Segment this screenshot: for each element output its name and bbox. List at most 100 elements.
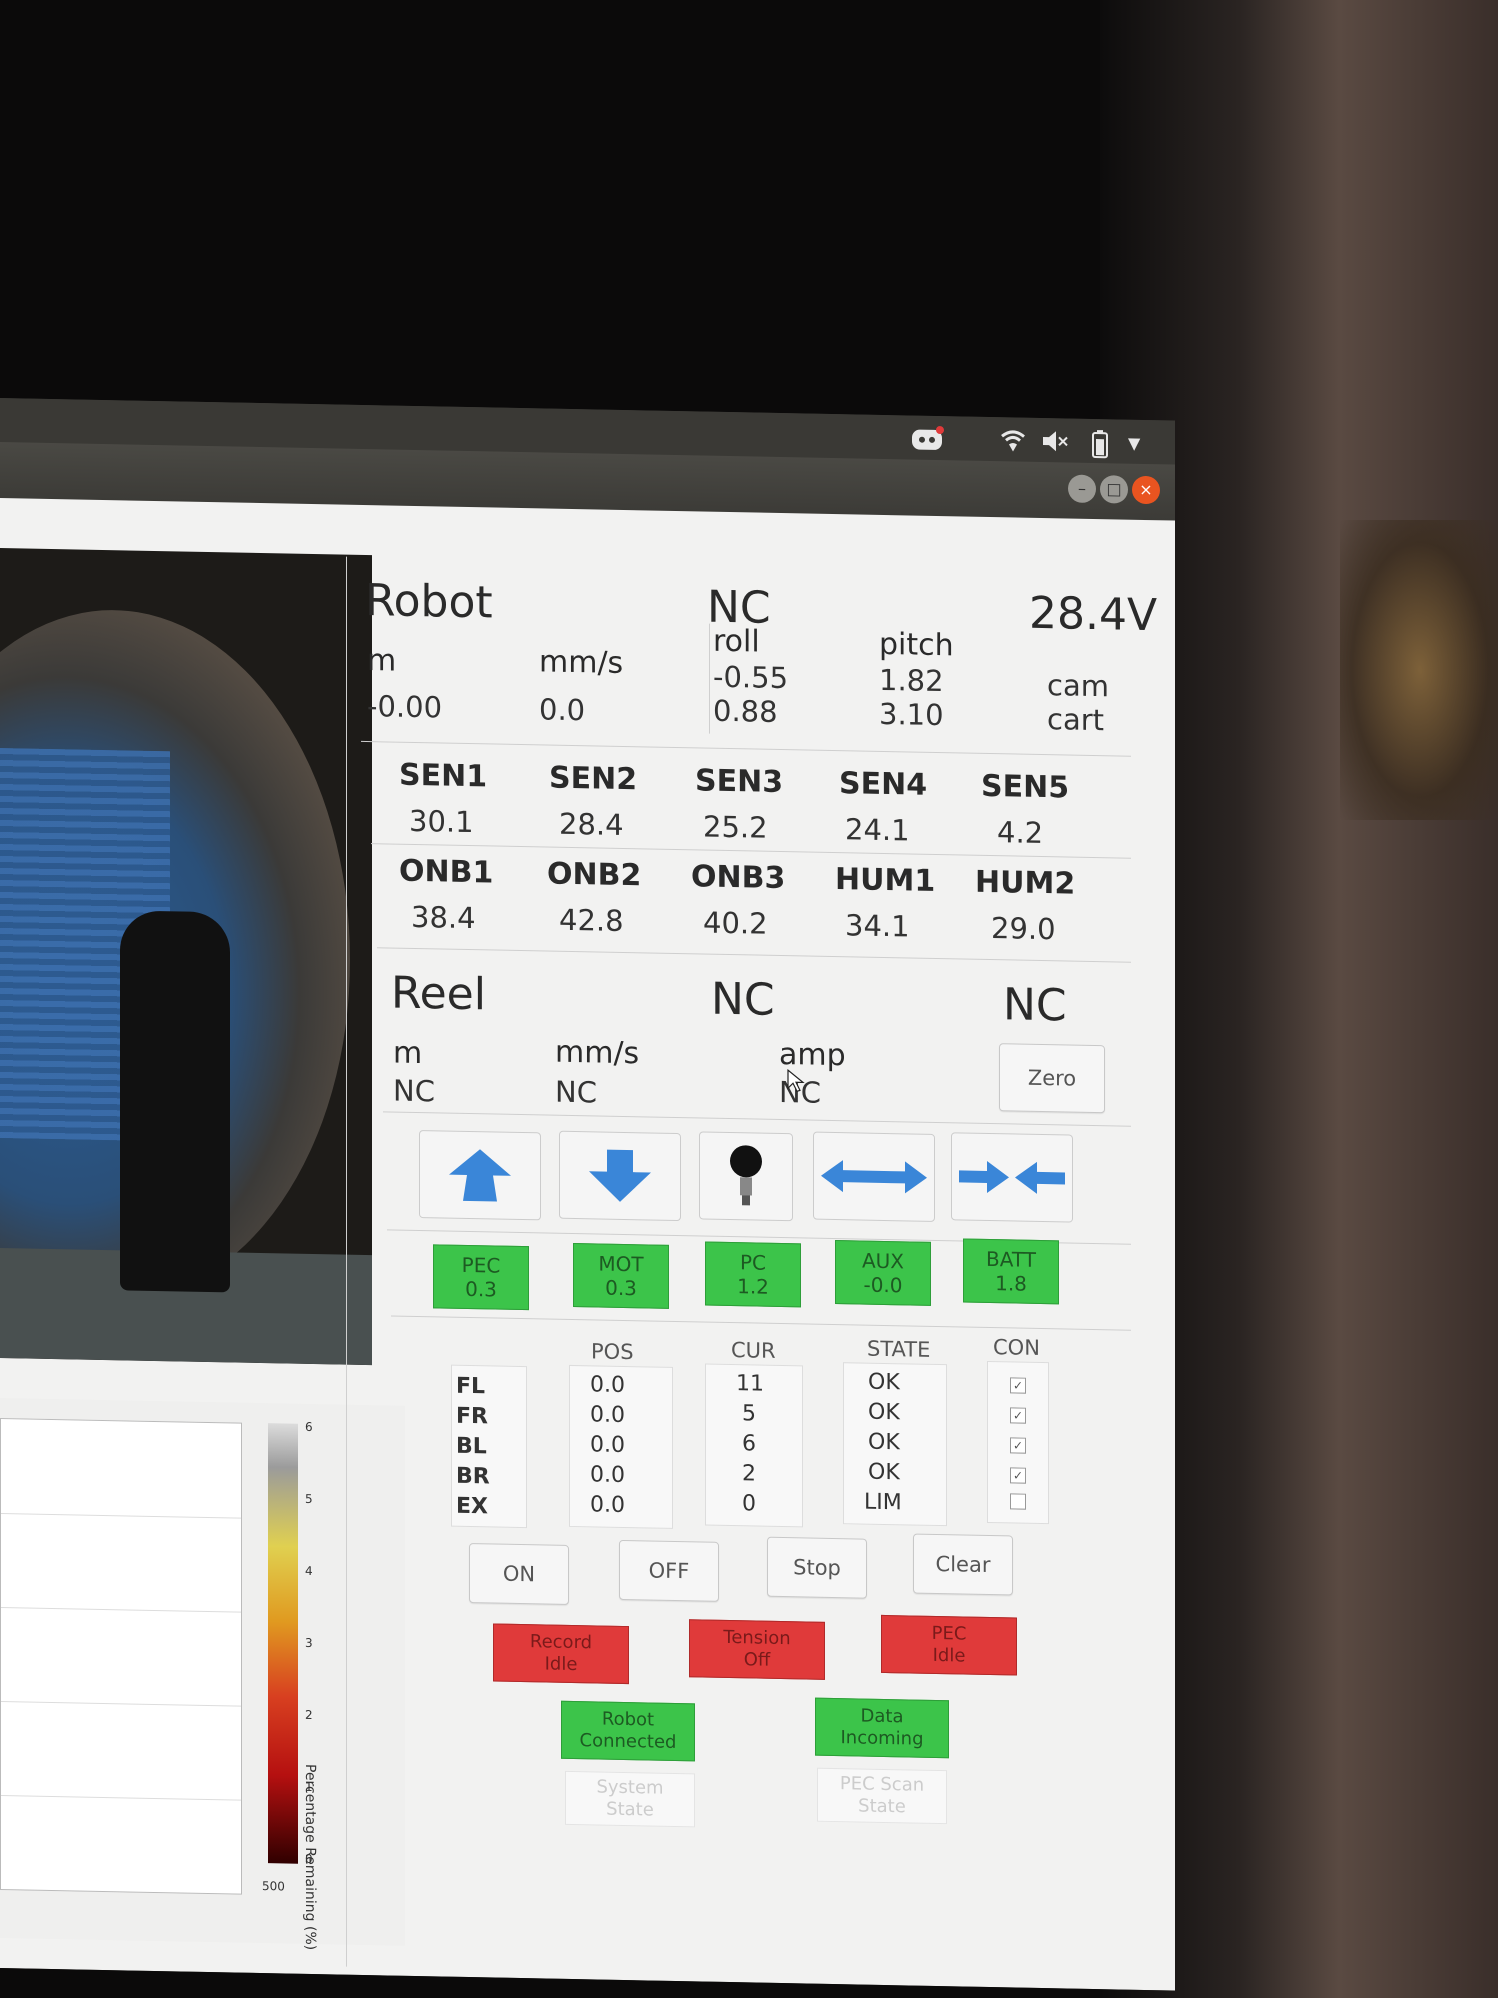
onboard-name: HUM2 (975, 864, 1076, 902)
onboard-value: 40.2 (703, 905, 768, 941)
chevron-down-icon[interactable]: ▼ (1128, 434, 1140, 453)
cur-column: 11 5 6 2 0 (705, 1363, 803, 1528)
arrow-down-icon (589, 1149, 651, 1202)
onboard-name: ONB1 (399, 853, 494, 891)
colorbar-tick: 6 (305, 1419, 313, 1435)
reel-title: Reel (391, 967, 486, 1021)
robot-speed-label: mm/s (539, 644, 624, 681)
reel-status: NC (711, 973, 775, 1026)
system-state-indicator: System State (565, 1770, 695, 1828)
roll-label: roll (713, 623, 760, 660)
lightbulb-icon (730, 1145, 762, 1206)
reel-m-label: m (393, 1035, 423, 1072)
sensor-value: 4.2 (997, 815, 1044, 851)
con-checkbox[interactable]: ✓ (1010, 1437, 1026, 1454)
colorbar-tick: 3 (305, 1635, 313, 1651)
sensor-name: SEN1 (399, 757, 488, 795)
motor-clear-button[interactable]: Clear (913, 1533, 1013, 1596)
con-checkbox[interactable]: ✓ (1010, 1377, 1026, 1394)
sensor-name: SEN2 (549, 760, 638, 798)
status-panel: Robot NC 28.4V m -0.00 mm/s 0.0 roll -0.… (346, 556, 1157, 1983)
pitch-cart-value: 3.10 (879, 696, 944, 733)
monitor-screen: ▼ – □ × 6 5 4 3 2 1 0 500 Percentage Rem… (0, 398, 1175, 1991)
power-pec-indicator: PEC 0.3 (433, 1244, 529, 1311)
discord-icon[interactable] (910, 425, 944, 458)
con-header: CON (993, 1335, 1040, 1360)
power-aux-indicator: AUX -0.0 (835, 1240, 931, 1306)
x-axis-tick: 500 (262, 1879, 285, 1894)
plot-area (0, 1418, 242, 1895)
robot-m-value: -0.00 (367, 689, 443, 725)
contract-button[interactable] (951, 1132, 1073, 1223)
reel-amp-label: amp (779, 1036, 846, 1074)
move-down-button[interactable] (559, 1130, 681, 1222)
minimize-button[interactable]: – (1068, 474, 1096, 504)
con-checkbox[interactable]: ✓ (1010, 1407, 1026, 1424)
onboard-value: 34.1 (845, 908, 910, 944)
light-toggle-button[interactable] (699, 1131, 793, 1222)
pos-header: POS (591, 1339, 634, 1365)
motor-on-button[interactable]: ON (469, 1543, 569, 1605)
roll-cam-value: -0.55 (713, 659, 789, 696)
sensor-value: 30.1 (409, 803, 474, 840)
zero-button[interactable]: Zero (999, 1043, 1105, 1114)
motor-stop-button[interactable]: Stop (767, 1536, 867, 1599)
onboard-name: ONB3 (691, 859, 786, 897)
arrow-up-icon (449, 1149, 511, 1202)
record-status-button[interactable]: Record Idle (493, 1623, 629, 1685)
contract-horizontal-icon (959, 1160, 1065, 1194)
expand-button[interactable] (813, 1131, 935, 1222)
onboard-name: ONB2 (547, 856, 642, 894)
reel-speed-label: mm/s (555, 1034, 640, 1072)
camera-feed (0, 548, 372, 1366)
mouse-cursor-icon (787, 1068, 805, 1093)
roll-cart-value: 0.88 (713, 693, 778, 729)
colorbar (268, 1423, 298, 1864)
robot-speed-value: 0.0 (539, 692, 586, 728)
wifi-icon[interactable] (1000, 427, 1026, 459)
cam-label: cam (1047, 668, 1109, 704)
onboard-name: HUM1 (835, 862, 936, 899)
sensor-value: 28.4 (559, 806, 624, 842)
onboard-value: 29.0 (991, 911, 1056, 947)
con-checkbox[interactable] (1010, 1493, 1026, 1510)
con-column: ✓ ✓ ✓ ✓ (987, 1360, 1049, 1525)
robot-connection-indicator: Robot Connected (561, 1700, 695, 1762)
reel-speed-value: NC (555, 1074, 597, 1110)
pitch-label: pitch (879, 626, 954, 664)
reel-m-value: NC (393, 1073, 435, 1109)
state-column: OK OK OK OK LIM (843, 1362, 947, 1527)
coverage-plot: 6 5 4 3 2 1 0 500 Percentage Remaining (… (0, 1398, 405, 1950)
pec-status-button[interactable]: PEC Idle (881, 1614, 1017, 1676)
con-checkbox[interactable]: ✓ (1010, 1467, 1026, 1484)
maximize-button[interactable]: □ (1100, 475, 1128, 504)
robot-m-label: m (367, 643, 397, 679)
cart-label: cart (1047, 702, 1105, 738)
colorbar-tick: 5 (305, 1491, 313, 1507)
motor-off-button[interactable]: OFF (619, 1539, 719, 1602)
power-pc-indicator: PC 1.2 (705, 1241, 801, 1308)
sensor-value: 25.2 (703, 809, 768, 845)
power-mot-indicator: MOT 0.3 (573, 1243, 669, 1309)
colorbar-tick: 4 (305, 1563, 313, 1579)
pos-column: 0.0 0.0 0.0 0.0 0.0 (569, 1364, 673, 1529)
colorbar-label: Percentage Remaining (%) (302, 1763, 318, 1951)
cur-header: CUR (731, 1338, 776, 1363)
reel-status-secondary: NC (1003, 979, 1067, 1032)
sensor-name: SEN5 (981, 768, 1070, 806)
battery-icon[interactable] (1090, 429, 1110, 465)
pec-scan-state-indicator: PEC Scan State (817, 1767, 947, 1825)
onboard-value: 42.8 (559, 902, 624, 938)
tension-status-button[interactable]: Tension Off (689, 1619, 825, 1680)
app-window: 6 5 4 3 2 1 0 500 Percentage Remaining (… (0, 498, 1175, 1991)
move-up-button[interactable] (419, 1130, 541, 1221)
close-button[interactable]: × (1132, 475, 1160, 505)
robot-voltage: 28.4V (1029, 587, 1158, 642)
data-status-indicator: Data Incoming (815, 1697, 949, 1759)
sensor-value: 24.1 (845, 812, 910, 848)
colorbar-tick: 2 (305, 1707, 313, 1723)
volume-icon[interactable] (1040, 428, 1070, 461)
state-header: STATE (867, 1336, 931, 1362)
motor-name-column: FL FR BL BR EX (451, 1364, 527, 1529)
pitch-cam-value: 1.82 (879, 662, 944, 699)
